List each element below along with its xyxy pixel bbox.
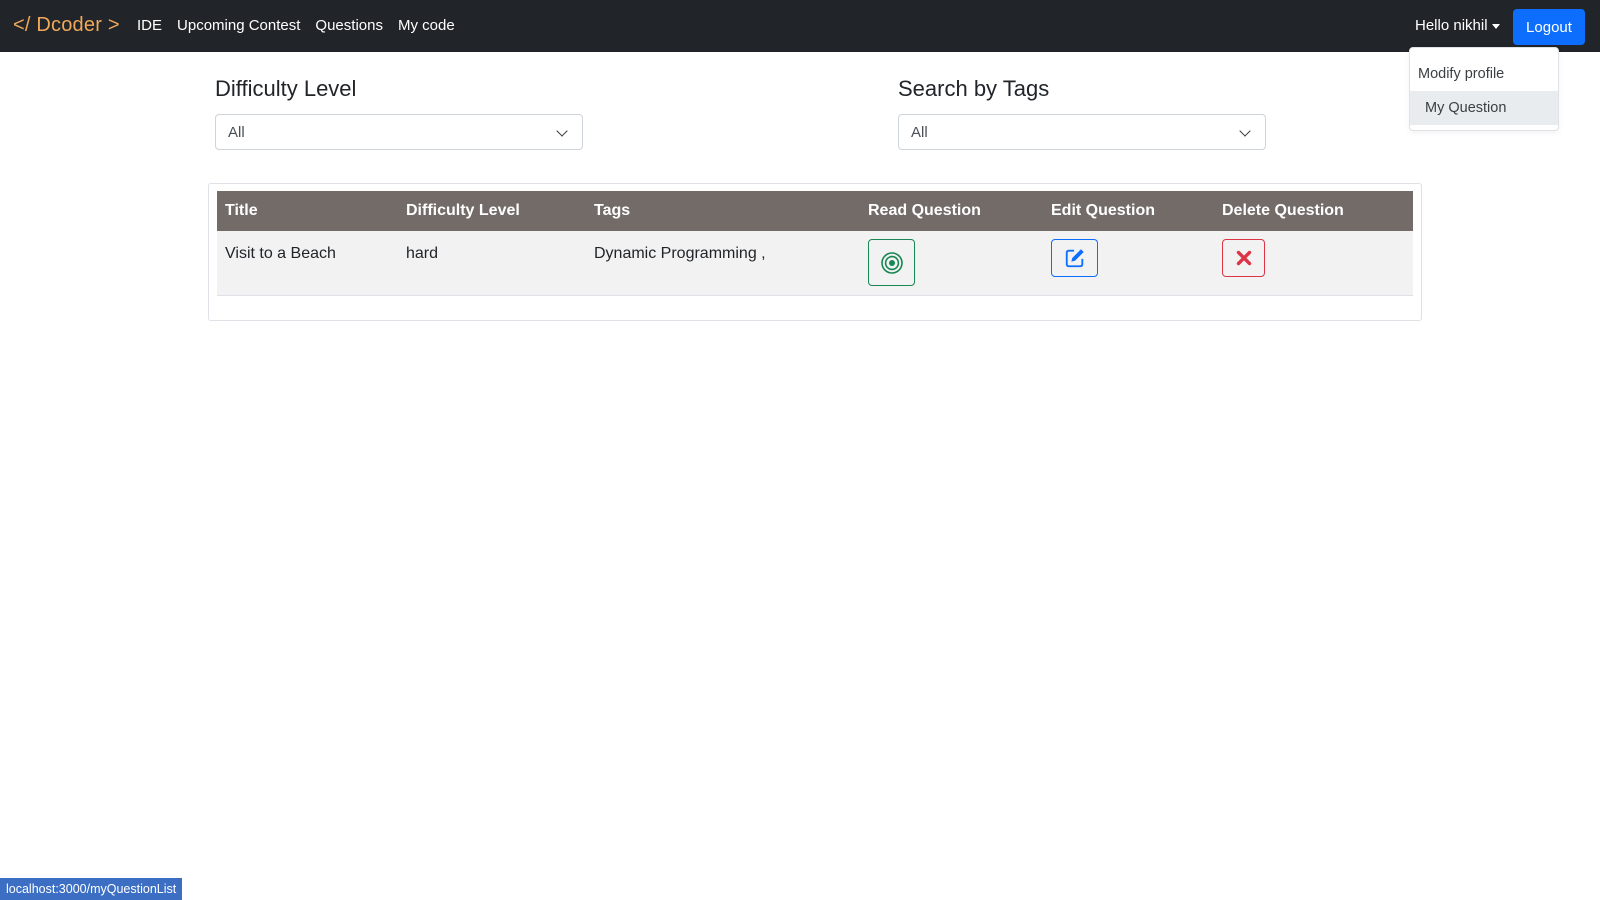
cell-difficulty: hard [406, 245, 439, 262]
tags-filter-label: Search by Tags [898, 76, 1050, 101]
logout-button[interactable]: Logout [1513, 9, 1585, 45]
nav-link-upcoming-contest[interactable]: Upcoming Contest [177, 17, 300, 34]
chevron-down-icon [1239, 125, 1251, 137]
table-row: Visit to a Beach hard Dynamic Programmin… [217, 231, 1413, 295]
difficulty-filter: Difficulty Level All [215, 76, 583, 150]
tags-select[interactable]: All [898, 114, 1266, 150]
nav-link-my-code[interactable]: My code [398, 17, 455, 34]
cell-read [860, 231, 1043, 295]
cell-edit [1043, 231, 1214, 295]
dropdown-item-my-question[interactable]: My Question [1410, 91, 1558, 125]
column-header-tags: Tags [594, 202, 631, 219]
question-table: Title Difficulty Level Tags Read Questio… [217, 191, 1413, 296]
top-navbar: </ Dcoder > IDE Upcoming Contest Questio… [0, 0, 1600, 52]
column-header-difficulty: Difficulty Level [406, 202, 520, 219]
difficulty-filter-label: Difficulty Level [215, 76, 357, 101]
nav-links: IDE Upcoming Contest Questions My code [137, 17, 455, 34]
nav-link-questions[interactable]: Questions [315, 17, 383, 34]
user-dropdown-menu: Modify profile My Question [1409, 47, 1559, 131]
nav-link-ide[interactable]: IDE [137, 17, 162, 34]
difficulty-select-value: All [228, 124, 245, 141]
column-header-title: Title [225, 202, 258, 219]
user-menu-toggle[interactable]: Hello nikhil [1415, 17, 1500, 34]
edit-question-button[interactable] [1051, 239, 1098, 277]
status-bar-url: localhost:3000/myQuestionList [0, 878, 183, 900]
tags-filter: Search by Tags All [898, 76, 1266, 150]
chevron-down-icon [556, 125, 568, 137]
question-table-card: Title Difficulty Level Tags Read Questio… [208, 183, 1422, 321]
cell-title: Visit to a Beach [225, 245, 336, 262]
column-header-delete: Delete Question [1222, 202, 1344, 219]
column-header-edit: Edit Question [1051, 202, 1155, 219]
close-icon [1236, 250, 1251, 266]
brand-logo[interactable]: </ Dcoder > [13, 14, 120, 37]
difficulty-select[interactable]: All [215, 114, 583, 150]
user-greeting: Hello nikhil [1415, 17, 1488, 34]
read-question-button[interactable] [868, 239, 915, 286]
delete-question-button[interactable] [1222, 239, 1265, 277]
dropdown-item-modify-profile[interactable]: Modify profile [1410, 57, 1558, 91]
target-icon [880, 251, 903, 274]
caret-down-icon [1491, 23, 1500, 29]
tags-select-value: All [911, 124, 928, 141]
edit-icon [1065, 249, 1084, 268]
cell-tags: Dynamic Programming , [594, 245, 766, 262]
column-header-read: Read Question [868, 202, 981, 219]
cell-delete [1214, 231, 1413, 295]
table-header-row: Title Difficulty Level Tags Read Questio… [217, 191, 1413, 231]
